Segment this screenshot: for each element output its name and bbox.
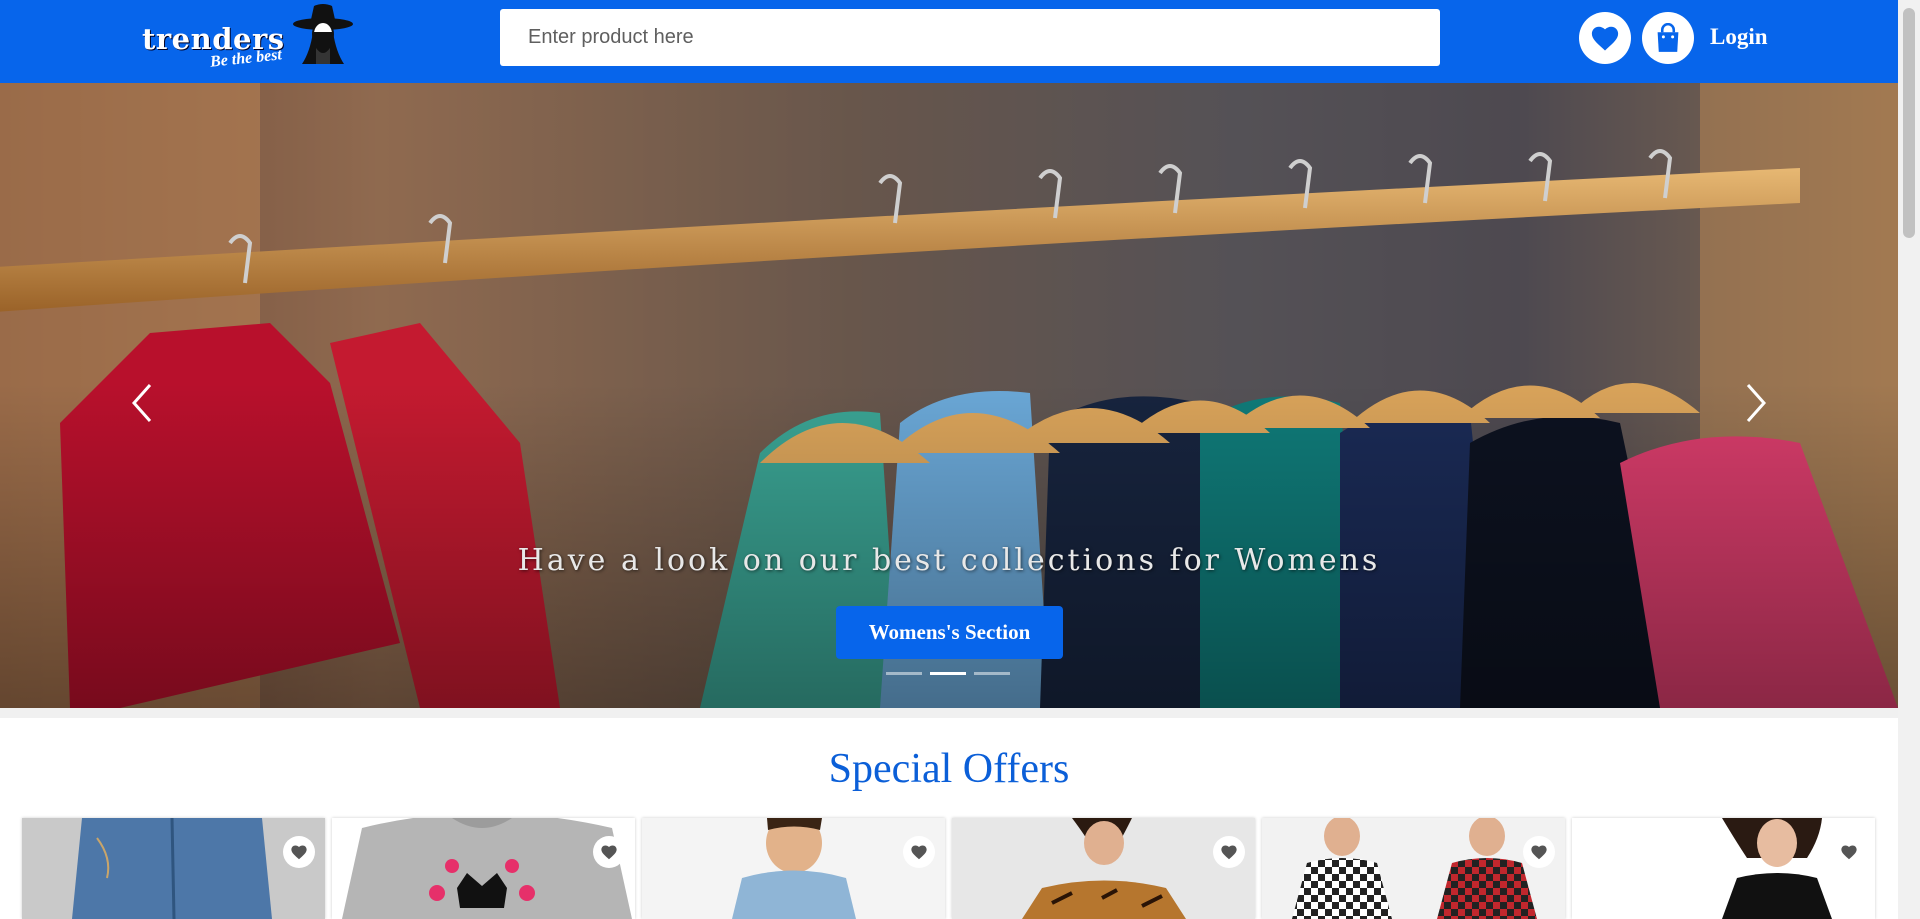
add-to-wishlist-button[interactable] bbox=[1523, 836, 1555, 868]
chevron-right-icon bbox=[1746, 384, 1767, 422]
add-to-wishlist-button[interactable] bbox=[1833, 836, 1865, 868]
product-card[interactable] bbox=[1262, 818, 1565, 919]
heart-icon bbox=[601, 845, 617, 860]
black-top-product-image bbox=[1572, 818, 1875, 919]
kids-denim-shirt-product-image bbox=[642, 818, 945, 919]
carousel-prev-button[interactable] bbox=[122, 373, 162, 433]
womens-section-button[interactable]: Womens's Section bbox=[836, 606, 1063, 659]
carousel-indicators bbox=[886, 672, 1010, 675]
add-to-wishlist-button[interactable] bbox=[283, 836, 315, 868]
heart-icon bbox=[911, 845, 927, 860]
crown-heart-tshirt-product-image bbox=[332, 818, 635, 919]
product-card[interactable] bbox=[642, 818, 945, 919]
special-offers-title: Special Offers bbox=[828, 746, 1070, 792]
heart-icon bbox=[1591, 26, 1619, 51]
heart-icon bbox=[291, 845, 307, 860]
carousel-next-button[interactable] bbox=[1736, 373, 1776, 433]
product-card[interactable] bbox=[22, 818, 325, 919]
site-header: trenders Be the best Login bbox=[0, 0, 1898, 83]
carousel-indicator-3[interactable] bbox=[974, 672, 1010, 675]
scrollbar-thumb[interactable] bbox=[1903, 8, 1915, 238]
shopping-bag-icon bbox=[1657, 23, 1679, 52]
hero-caption: Have a look on our best collections for … bbox=[517, 543, 1381, 578]
search-input[interactable] bbox=[500, 9, 1440, 66]
chevron-left-icon bbox=[131, 384, 152, 422]
section-divider bbox=[0, 708, 1898, 718]
heart-icon bbox=[1841, 845, 1857, 860]
wishlist-button[interactable] bbox=[1579, 12, 1631, 64]
add-to-wishlist-button[interactable] bbox=[903, 836, 935, 868]
checked-shirts-product-image bbox=[1262, 818, 1565, 919]
heart-icon bbox=[1531, 845, 1547, 860]
product-card[interactable] bbox=[1572, 818, 1875, 919]
jeans-product-image bbox=[22, 818, 325, 919]
login-link[interactable]: Login bbox=[1710, 24, 1768, 50]
heart-icon bbox=[1221, 845, 1237, 860]
product-card[interactable] bbox=[332, 818, 635, 919]
add-to-wishlist-button[interactable] bbox=[593, 836, 625, 868]
site-logo[interactable]: trenders Be the best bbox=[140, 0, 360, 80]
carousel-indicator-2[interactable] bbox=[930, 672, 966, 675]
cart-button[interactable] bbox=[1642, 12, 1694, 64]
woman-hat-logo-icon bbox=[293, 4, 353, 64]
tiger-print-top-product-image bbox=[952, 818, 1255, 919]
product-card[interactable] bbox=[952, 818, 1255, 919]
carousel-indicator-1[interactable] bbox=[886, 672, 922, 675]
hero-carousel: Have a look on our best collections for … bbox=[0, 83, 1898, 708]
add-to-wishlist-button[interactable] bbox=[1213, 836, 1245, 868]
